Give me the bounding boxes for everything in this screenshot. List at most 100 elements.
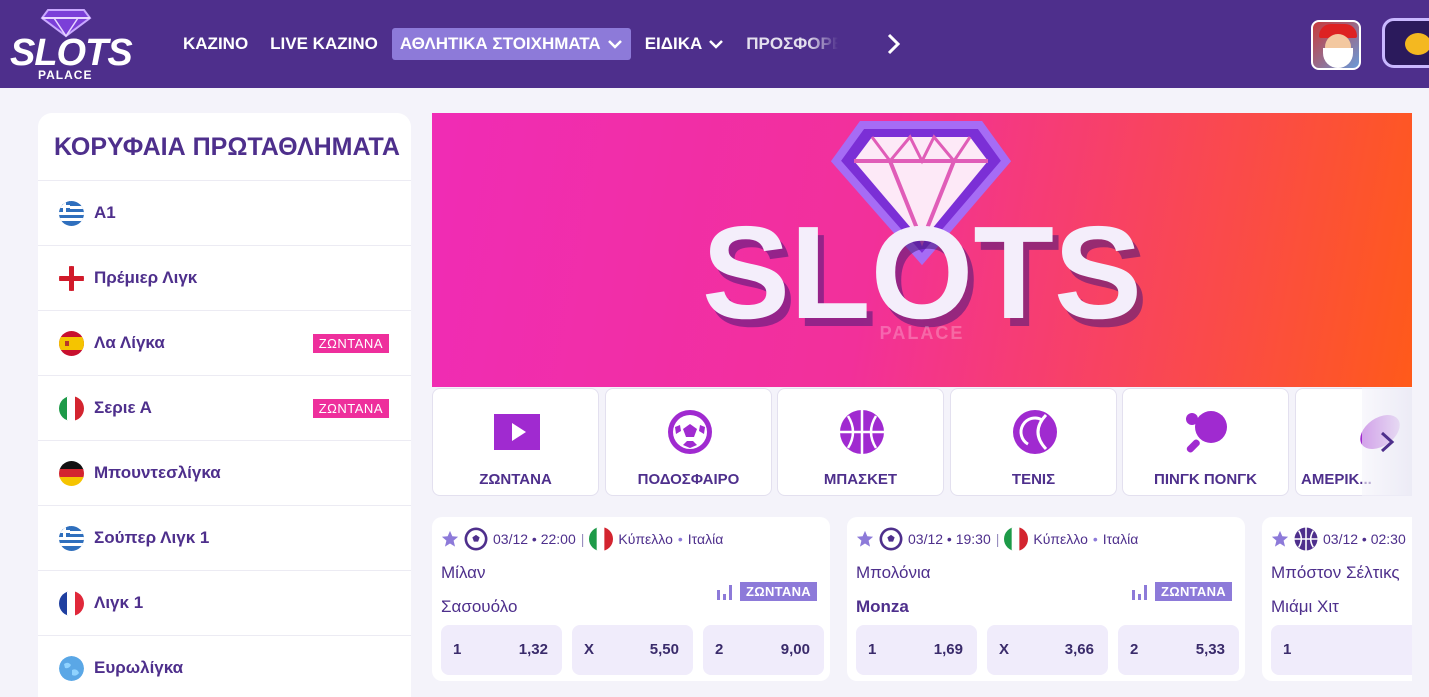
- league-item-la-liga[interactable]: Λα Λίγκα ΖΩΝΤΑΝΑ: [38, 311, 411, 376]
- home-team: Μίλαν: [441, 563, 486, 582]
- coins-button[interactable]: [1382, 18, 1429, 68]
- league-item-premier-league[interactable]: Πρέμιερ Λιγκ: [38, 246, 411, 311]
- odds-key: 2: [715, 641, 724, 658]
- odds-key: 2: [1130, 641, 1139, 658]
- league-item-ligue-1[interactable]: Λιγκ 1: [38, 571, 411, 636]
- sport-tile-football[interactable]: ΠΟΔΟΣΦΑΙΡΟ: [605, 388, 772, 496]
- separator: |: [995, 531, 1000, 547]
- favorite-star-icon[interactable]: [441, 530, 459, 548]
- league-name: Ευρωλίγκα: [94, 658, 184, 677]
- match-card[interactable]: 03/12 • 19:30 | Κύπελλο • Ιταλία Μπολόνι…: [847, 517, 1245, 681]
- odds-button-home[interactable]: 1 1,69: [856, 625, 977, 675]
- match-datetime: 03/12 • 19:30: [908, 531, 991, 547]
- home-team: Μπολόνια: [856, 563, 931, 582]
- odds-value: 5,33: [1195, 641, 1225, 658]
- coin-icon: [1405, 33, 1429, 55]
- match-datetime: 03/12 • 02:30: [1323, 531, 1406, 547]
- sport-tile-ping-pong[interactable]: ΠΙΝΓΚ ΠΟΝΓΚ: [1122, 388, 1289, 496]
- nav-sports-betting[interactable]: ΑΘΛΗΤΙΚΑ ΣΤΟΙΧΗΜΑΤΑ: [391, 28, 631, 60]
- league-name: Λα Λίγκα: [94, 333, 165, 352]
- odds-button-away[interactable]: 2 5,33: [1118, 625, 1239, 675]
- slots-palace-logo[interactable]: SLOTS PALACE: [10, 8, 133, 82]
- tennis-ball-icon: [1013, 410, 1057, 454]
- odds-button-draw[interactable]: X 3,66: [987, 625, 1108, 675]
- odds-value: 9,00: [780, 641, 810, 658]
- league-item-euroleague[interactable]: Ευρωλίγκα: [38, 636, 411, 697]
- match-header: 03/12 • 02:30: [1271, 527, 1406, 551]
- sport-tile-label: ΤΕΝΙΣ: [1011, 471, 1056, 488]
- sport-tile-label: ΠΟΔΟΣΦΑΙΡΟ: [637, 471, 740, 488]
- sport-tile-basketball[interactable]: ΜΠΑΣΚΕΤ: [777, 388, 944, 496]
- live-badge: ΖΩΝΤΑΝΑ: [312, 399, 389, 418]
- nav-casino-label: ΚΑΖΙΝΟ: [183, 34, 249, 53]
- top-leagues-title: ΚΟΡΥΦΑΙΑ ΠΡΩΤΑΘΛΗΜΑΤΑ: [38, 113, 411, 181]
- odds-value: 5,50: [649, 641, 679, 658]
- match-competition: Κύπελλο: [618, 531, 673, 547]
- match-competition: Κύπελλο: [1033, 531, 1088, 547]
- match-card[interactable]: 03/12 • 22:00 | Κύπελλο • Ιταλία Μίλαν Σ…: [432, 517, 830, 681]
- globe-icon: [59, 655, 84, 681]
- sports-scroll-next[interactable]: [1362, 388, 1412, 496]
- chevron-right-icon: [1380, 431, 1395, 453]
- live-badge: ΖΩΝΤΑΝΑ: [312, 334, 389, 353]
- favorite-star-icon[interactable]: [1271, 530, 1289, 548]
- league-item-a1[interactable]: Α1: [38, 181, 411, 246]
- play-icon: [494, 414, 540, 450]
- avatar-beard: [1323, 48, 1353, 68]
- dot-separator: •: [677, 531, 683, 547]
- france-flag-icon: [59, 590, 84, 616]
- league-item-bundesliga[interactable]: Μπουντεσλίγκα: [38, 441, 411, 506]
- odds-button-away[interactable]: 2 9,00: [703, 625, 824, 675]
- banner-subtitle: PALACE: [880, 323, 965, 343]
- sport-tile-live[interactable]: ΖΩΝΤΑΝΑ: [432, 388, 599, 496]
- match-country: Ιταλία: [1102, 531, 1139, 547]
- chevron-right-icon[interactable]: [882, 30, 906, 58]
- live-badge: ΖΩΝΤΑΝΑ: [1155, 582, 1232, 601]
- odds-value: 1,69: [933, 641, 963, 658]
- live-badge: ΖΩΝΤΑΝΑ: [740, 582, 817, 601]
- match-card[interactable]: 03/12 • 02:30 Μπόστον Σέλτικς Μιάμι Χιτ …: [1262, 517, 1412, 681]
- favorite-star-icon[interactable]: [856, 530, 874, 548]
- soccer-ball-icon: [879, 527, 903, 551]
- promo-banner[interactable]: SLOTS SLOTS PALACE: [432, 113, 1412, 387]
- main-nav: ΚΑΖΙΝΟ LIVE ΚΑΖΙΝΟ ΑΘΛΗΤΙΚΑ ΣΤΟΙΧΗΜΑΤΑ Ε…: [175, 28, 844, 60]
- match-datetime: 03/12 • 22:00: [493, 531, 576, 547]
- league-name: Α1: [94, 203, 116, 222]
- spain-flag-icon: [59, 330, 84, 356]
- league-name: Λιγκ 1: [94, 593, 144, 612]
- nav-promotions-label: ΠΡΟΣΦΟΡΕΣ: [746, 34, 839, 53]
- odds-key: 1: [1283, 641, 1292, 658]
- league-name: Μπουντεσλίγκα: [94, 463, 221, 482]
- odds-button-draw[interactable]: X 5,50: [572, 625, 693, 675]
- league-item-serie-a[interactable]: Σεριε Α ΖΩΝΤΑΝΑ: [38, 376, 411, 441]
- italy-flag-icon: [1004, 527, 1029, 551]
- logo-subtitle: PALACE: [38, 68, 93, 82]
- dot-separator: •: [1092, 531, 1098, 547]
- soccer-ball-icon: [464, 527, 488, 551]
- top-navigation-bar: SLOTS PALACE ΚΑΖΙΝΟ LIVE ΚΑΖΙΝΟ ΑΘΛΗΤΙΚΑ…: [0, 0, 1429, 88]
- chevron-down-icon: [607, 40, 622, 49]
- stats-icon[interactable]: [716, 582, 734, 600]
- odds-key: X: [584, 641, 595, 658]
- match-header: 03/12 • 22:00 | Κύπελλο • Ιταλία: [441, 527, 723, 551]
- nav-specials[interactable]: ΕΙΔΙΚΑ: [637, 28, 733, 60]
- greece-flag-icon: [59, 200, 84, 226]
- odds-value: 1,32: [518, 641, 548, 658]
- nav-promotions[interactable]: ΠΡΟΣΦΟΡΕΣ: [738, 28, 838, 60]
- germany-flag-icon: [59, 460, 84, 486]
- stats-icon[interactable]: [1131, 582, 1149, 600]
- odds-button-home[interactable]: 1: [1271, 625, 1412, 675]
- greece-flag-icon: [59, 525, 84, 551]
- nav-casino[interactable]: ΚΑΖΙΝΟ: [175, 28, 256, 60]
- odds-key: 1: [453, 641, 462, 658]
- ping-pong-icon: [1186, 411, 1227, 453]
- separator: |: [580, 531, 585, 547]
- sport-tile-tennis[interactable]: ΤΕΝΙΣ: [950, 388, 1117, 496]
- soccer-ball-icon: [668, 410, 712, 454]
- away-team: Μιάμι Χιτ: [1271, 597, 1339, 616]
- league-item-super-league-1[interactable]: Σούπερ Λιγκ 1: [38, 506, 411, 571]
- odds-button-home[interactable]: 1 1,32: [441, 625, 562, 675]
- nav-live-casino[interactable]: LIVE ΚΑΖΙΝΟ: [262, 28, 386, 60]
- avatar[interactable]: [1311, 20, 1361, 70]
- sport-tile-label: ΠΙΝΓΚ ΠΟΝΓΚ: [1153, 471, 1258, 488]
